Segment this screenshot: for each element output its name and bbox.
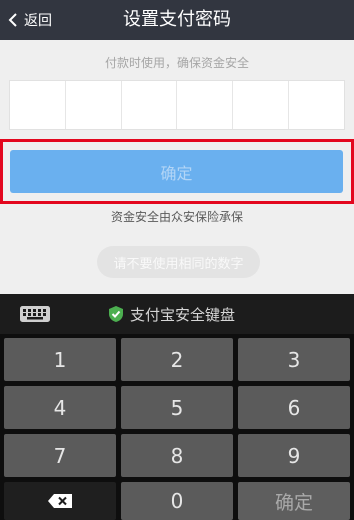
key-0[interactable]: 0 <box>121 482 233 520</box>
key-1[interactable]: 1 <box>4 338 116 381</box>
keyboard-title-group: 支付宝安全键盘 <box>108 294 235 334</box>
password-cell[interactable] <box>122 81 178 129</box>
password-cell[interactable] <box>177 81 234 129</box>
confirm-button[interactable]: 确定 <box>10 150 343 193</box>
password-cell[interactable] <box>66 81 122 129</box>
key-7[interactable]: 7 <box>4 434 116 477</box>
key-2[interactable]: 2 <box>121 338 233 381</box>
confirm-highlight-box: 确定 <box>0 139 354 204</box>
key-6[interactable]: 6 <box>238 386 350 429</box>
shield-check-icon <box>109 306 123 322</box>
top-bar: 返回 设置支付密码 <box>0 0 354 40</box>
password-cell[interactable] <box>289 81 344 129</box>
password-cell[interactable] <box>233 81 290 129</box>
keyboard-title: 支付宝安全键盘 <box>130 305 236 324</box>
back-button[interactable]: 返回 <box>6 0 52 40</box>
key-3[interactable]: 3 <box>238 338 350 381</box>
page-title: 设置支付密码 <box>123 9 231 30</box>
key-8[interactable]: 8 <box>121 434 233 477</box>
password-cell[interactable] <box>10 81 66 129</box>
secure-keyboard: 支付宝安全键盘 1 2 3 4 5 6 7 8 9 0 确定 <box>0 294 354 520</box>
backspace-icon <box>48 494 72 508</box>
password-hint: 付款时使用，确保资金安全 <box>104 56 249 70</box>
key-9[interactable]: 9 <box>238 434 350 477</box>
key-5[interactable]: 5 <box>121 386 233 429</box>
keyboard-header: 支付宝安全键盘 <box>0 294 354 334</box>
keyboard-icon[interactable] <box>20 306 50 322</box>
insurance-note: 资金安全由众安保险承保 <box>110 210 243 224</box>
password-input[interactable] <box>9 80 345 130</box>
chevron-left-icon <box>8 13 17 27</box>
key-4[interactable]: 4 <box>4 386 116 429</box>
backspace-key[interactable] <box>4 482 116 520</box>
keyboard-confirm-key[interactable]: 确定 <box>238 482 350 520</box>
back-label: 返回 <box>24 13 52 29</box>
same-digits-tip: 请不要使用相同的数字 <box>97 246 260 278</box>
